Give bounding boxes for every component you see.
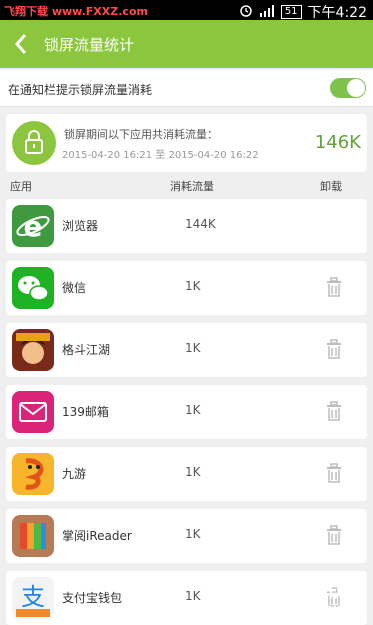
app-row[interactable]: 九游 1K xyxy=(6,447,367,501)
summary-text: 锁屏期间以下应用共消耗流量： xyxy=(64,128,218,141)
page-title: 锁屏流量统计 xyxy=(44,36,135,54)
ireader-icon xyxy=(12,515,54,557)
lock-icon xyxy=(12,121,56,165)
trash-icon[interactable] xyxy=(326,525,342,545)
alipay-icon: 支 xyxy=(12,577,54,619)
trash-icon[interactable] xyxy=(326,339,342,359)
trash-icon[interactable] xyxy=(326,401,342,421)
app-row[interactable]: 格斗江湖 1K xyxy=(6,323,367,377)
notify-setting-label: 在通知栏提示锁屏流量消耗 xyxy=(8,83,153,97)
app-name: 浏览器 xyxy=(62,219,99,233)
app-row[interactable]: 掌阅iReader 1K xyxy=(6,509,367,563)
watermark-brand: 飞翔下载 xyxy=(250,574,346,602)
toggle-knob xyxy=(347,79,365,97)
total-flow-value: 146K xyxy=(314,132,361,153)
svg-text:支: 支 xyxy=(21,583,45,611)
notify-setting-row: 在通知栏提示锁屏流量消耗 xyxy=(0,70,373,107)
summary-card: 锁屏期间以下应用共消耗流量： 2015-04-20 16:21 至 2015-0… xyxy=(6,114,367,172)
watermark-text: 飞翔下载 www.FXXZ.com xyxy=(4,5,148,18)
ie-browser-icon: e xyxy=(12,205,54,247)
app-flow: 1K xyxy=(185,279,201,293)
app-name: 微信 xyxy=(62,281,87,295)
app-name: 格斗江湖 xyxy=(62,343,111,357)
app-name: 支付宝钱包 xyxy=(62,591,123,605)
app-flow: 1K xyxy=(185,465,201,479)
battery-indicator: 51 xyxy=(280,5,302,19)
trash-icon[interactable] xyxy=(326,463,342,483)
app-bar: 锁屏流量统计 xyxy=(0,20,373,68)
status-right: 51 下午4:22 xyxy=(239,2,367,22)
app-name: 掌阅iReader xyxy=(62,529,132,543)
column-header-uninstall: 卸载 xyxy=(320,180,342,193)
alarm-icon xyxy=(239,4,253,21)
signal-icon xyxy=(259,4,275,20)
svg-text:e: e xyxy=(24,210,43,243)
column-header-flow: 消耗流量 xyxy=(170,180,214,193)
app-flow: 1K xyxy=(185,589,201,603)
game-character-icon xyxy=(12,329,54,371)
column-header-app: 应用 xyxy=(10,180,32,193)
status-bar: 飞翔下载 www.FXXZ.com 51 下午4:22 xyxy=(0,0,373,22)
trash-icon[interactable] xyxy=(326,277,342,297)
back-arrow-icon[interactable] xyxy=(12,32,30,56)
watermark-url: WWW.FXXZ.COM xyxy=(256,605,342,615)
app-row[interactable]: 微信 1K xyxy=(6,261,367,315)
app-name: 九游 xyxy=(62,467,87,481)
wechat-icon xyxy=(12,267,54,309)
jiuyou-icon xyxy=(12,453,54,495)
app-name: 139邮箱 xyxy=(62,405,109,419)
app-flow: 1K xyxy=(185,527,201,541)
notify-toggle[interactable] xyxy=(330,78,366,98)
app-flow: 144K xyxy=(185,217,216,231)
app-flow: 1K xyxy=(185,403,201,417)
app-flow: 1K xyxy=(185,341,201,355)
mail-139-icon xyxy=(12,391,54,433)
app-row[interactable]: 139邮箱 1K xyxy=(6,385,367,439)
summary-period: 2015-04-20 16:21 至 2015-04-20 16:22 xyxy=(62,150,259,161)
app-row[interactable]: e 浏览器 144K xyxy=(6,199,367,253)
clock: 下午4:22 xyxy=(307,5,367,21)
watermark-logo: 飞翔下载 WWW.FXXZ.COM xyxy=(206,566,364,618)
